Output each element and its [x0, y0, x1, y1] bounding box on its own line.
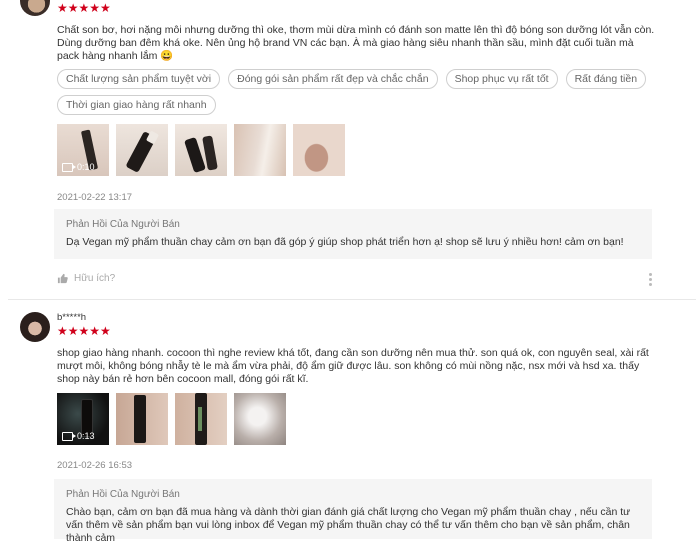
video-camera-icon	[62, 162, 76, 172]
review-image-thumbnail[interactable]	[116, 124, 168, 176]
seller-reply-title: Phản Hồi Của Người Bán	[66, 489, 180, 500]
review-tag: Đóng gói sản phẩm rất đẹp và chắc chắn	[228, 69, 438, 89]
helpful-label: Hữu ích?	[74, 273, 116, 284]
more-options-icon[interactable]	[649, 273, 652, 288]
review-comment: shop giao hàng nhanh. cocoon thì nghe re…	[57, 347, 649, 385]
seller-reply-text: Dạ Vegan mỹ phẩm thuần chay cảm ơn bạn đ…	[66, 236, 624, 248]
reviewer-avatar[interactable]	[20, 312, 50, 342]
review-tag: Rất đáng tiền	[565, 69, 647, 89]
video-badge: 0:10	[62, 162, 95, 172]
reviewer-avatar[interactable]	[20, 0, 50, 16]
seller-reply: Phản Hồi Của Người Bán Chào bạn, cảm ơn …	[54, 479, 652, 544]
review-comment: Chất son bơ, hơi nặng môi nhưng dưỡng th…	[57, 24, 655, 62]
review-date: 2021-02-22 13:17	[57, 192, 133, 203]
review-tag: Thời gian giao hàng rất nhanh	[57, 95, 216, 115]
review-tag: Shop phục vụ rất tốt	[445, 69, 558, 89]
rating-stars: ★★★★★	[57, 1, 111, 15]
review-tags: Chất lượng sản phẩm tuyệt vời Đóng gói s…	[57, 69, 657, 115]
review-image-thumbnail[interactable]	[175, 124, 227, 176]
review-divider	[8, 299, 696, 300]
thumbs-up-icon	[57, 273, 68, 284]
review-image-thumbnail[interactable]	[234, 393, 286, 445]
video-badge: 0:13	[62, 431, 95, 441]
lipstick-image	[134, 395, 146, 443]
video-duration: 0:10	[77, 162, 95, 172]
seller-reply: Phản Hồi Của Người Bán Dạ Vegan mỹ phẩm …	[54, 209, 652, 259]
review-video-thumbnail[interactable]: 0:10	[57, 124, 109, 176]
lipstick-label-image	[198, 407, 202, 431]
review-media: 0:13	[57, 393, 286, 445]
helpful-button[interactable]: Hữu ích?	[57, 273, 115, 284]
seller-reply-title: Phản Hồi Của Người Bán	[66, 219, 180, 230]
review-image-thumbnail[interactable]	[234, 124, 286, 176]
review-media: 0:10	[57, 124, 345, 176]
video-duration: 0:13	[77, 431, 95, 441]
review-tag: Chất lượng sản phẩm tuyệt vời	[57, 69, 221, 89]
review-image-thumbnail[interactable]	[116, 393, 168, 445]
reviewer-username: b*****h	[57, 312, 87, 323]
review-image-thumbnail[interactable]	[175, 393, 227, 445]
review-date: 2021-02-26 16:53	[57, 460, 133, 471]
rating-stars: ★★★★★	[57, 324, 111, 338]
review-image-thumbnail[interactable]	[293, 124, 345, 176]
video-camera-icon	[62, 431, 76, 441]
review-video-thumbnail[interactable]: 0:13	[57, 393, 109, 445]
